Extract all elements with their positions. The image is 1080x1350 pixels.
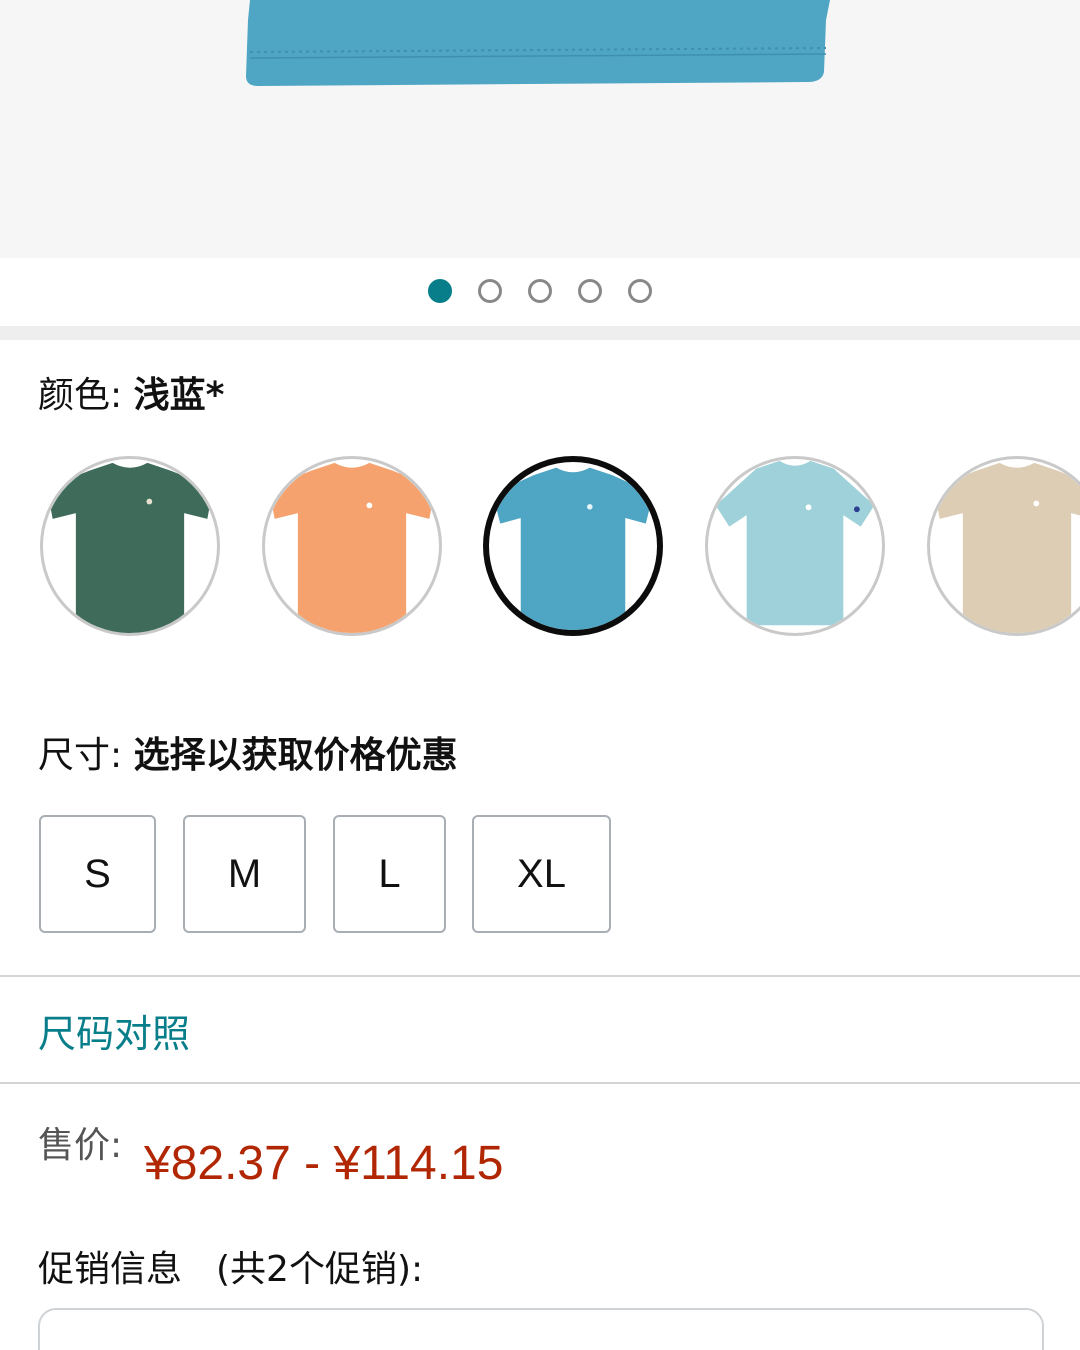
size-option-l[interactable]: L <box>333 815 446 933</box>
size-option-s[interactable]: S <box>39 815 156 933</box>
tshirt-image <box>246 0 830 86</box>
divider <box>0 1082 1080 1084</box>
promo-heading: 促销信息 (共2个促销): <box>38 1248 423 1292</box>
color-swatch-light-blue[interactable] <box>483 456 663 636</box>
selected-color-name: 浅蓝* <box>133 375 225 416</box>
size-label-row: 尺寸: 选择以获取价格优惠 <box>38 734 458 778</box>
price-range: ¥82.37 - ¥114.15 <box>144 1137 504 1190</box>
color-swatch-orange[interactable] <box>262 456 442 636</box>
size-option-xl[interactable]: XL <box>472 815 611 933</box>
size-prompt: 选择以获取价格优惠 <box>133 735 458 776</box>
divider <box>0 975 1080 977</box>
tshirt-dark-green-icon <box>46 462 214 633</box>
tshirt-orange-icon <box>268 462 436 633</box>
tshirt-beige-icon <box>933 462 1080 633</box>
price-label: 售价: <box>38 1125 123 1166</box>
color-swatch-pale-aqua[interactable] <box>705 456 885 636</box>
product-image[interactable] <box>0 0 1080 258</box>
tshirt-pale-aqua-icon <box>715 460 875 626</box>
promo-count: (共2个促销): <box>216 1249 424 1290</box>
carousel-dot-4[interactable] <box>578 279 602 303</box>
product-page: 颜色: 浅蓝* 尺寸: 选择以获取价格优惠 S M L XL 尺码对照 售价: … <box>0 0 1080 1350</box>
section-separator <box>0 326 1080 340</box>
promo-box[interactable] <box>38 1308 1044 1350</box>
size-chart-link[interactable]: 尺码对照 <box>38 1010 190 1058</box>
promo-label: 促销信息 <box>38 1249 183 1290</box>
carousel-dot-3[interactable] <box>528 279 552 303</box>
color-swatch-beige[interactable] <box>927 456 1080 636</box>
carousel-dots <box>0 258 1080 326</box>
tshirt-light-blue-icon <box>492 467 654 630</box>
color-label-row: 颜色: 浅蓝* <box>38 374 224 418</box>
size-label: 尺寸: <box>38 735 134 776</box>
carousel-dot-2[interactable] <box>478 279 502 303</box>
carousel-dot-5[interactable] <box>628 279 652 303</box>
color-label: 颜色: <box>38 375 134 416</box>
carousel-dot-1[interactable] <box>428 279 452 303</box>
size-option-m[interactable]: M <box>183 815 306 933</box>
color-swatch-dark-green[interactable] <box>40 456 220 636</box>
